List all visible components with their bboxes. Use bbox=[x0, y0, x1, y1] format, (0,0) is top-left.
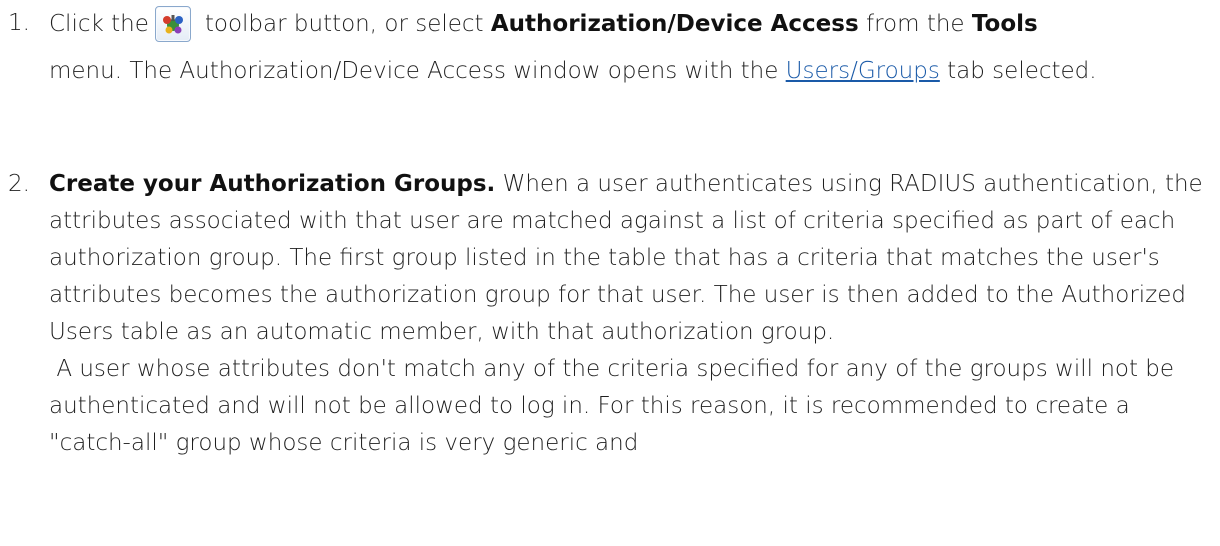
step-text: tab selected. bbox=[947, 58, 1097, 84]
step-text: When a user authenticates using RADIUS a… bbox=[49, 171, 1203, 345]
users-groups-link[interactable]: Users/Groups bbox=[786, 58, 940, 84]
authorization-device-access-icon bbox=[154, 6, 191, 42]
help-document: 1. Click the toolbar button, or select A… bbox=[0, 0, 1220, 546]
step-text: A user whose attributes don't match any … bbox=[49, 356, 1175, 456]
step-text: menu. The Authorization/Device Access wi… bbox=[49, 58, 779, 84]
step-heading: Create your Authorization Groups. bbox=[49, 171, 496, 197]
step-body: Click the toolbar button, or select Auth… bbox=[49, 0, 1216, 90]
step-paragraph: Create your Authorization Groups. When a… bbox=[49, 166, 1216, 351]
step-paragraph: A user whose attributes don't match any … bbox=[49, 351, 1216, 462]
menu-item-name: Authorization/Device Access bbox=[490, 10, 859, 37]
step-text: from the bbox=[865, 10, 965, 37]
step-number: 2. bbox=[8, 171, 30, 197]
menu-name: Tools bbox=[971, 10, 1038, 37]
step-2: 2. Create your Authorization Groups. Whe… bbox=[8, 166, 1216, 462]
step-body: Create your Authorization Groups. When a… bbox=[49, 166, 1216, 462]
step-text: Click the bbox=[49, 10, 149, 37]
step-number: 1. bbox=[8, 10, 30, 36]
step-text: toolbar button, or select bbox=[204, 10, 484, 37]
step-1: 1. Click the toolbar button, or select A… bbox=[8, 0, 1216, 90]
